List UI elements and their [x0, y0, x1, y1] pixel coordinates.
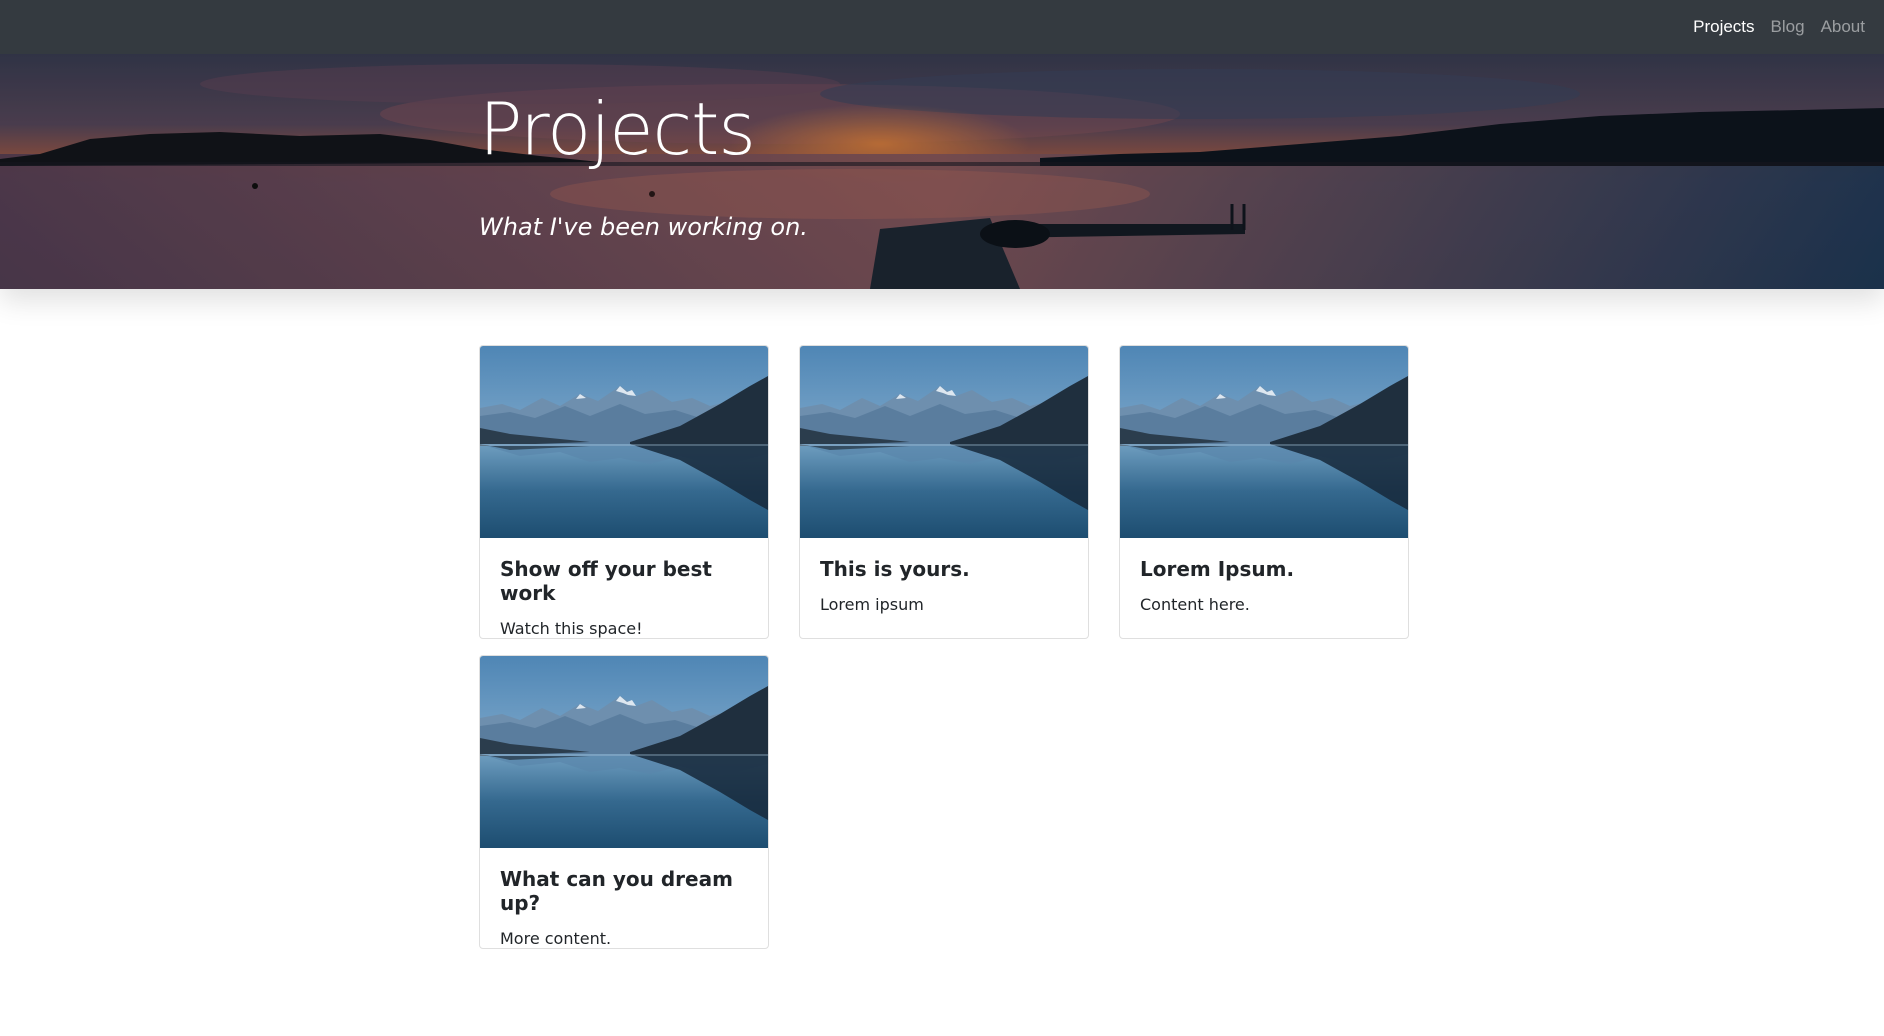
card-image	[480, 656, 768, 848]
card-title: Show off your best work	[500, 557, 712, 605]
nav-links: Projects Blog About	[1693, 0, 1865, 54]
card-title: Lorem Ipsum.	[1140, 557, 1295, 581]
hero-banner: Projects What I've been working on.	[0, 54, 1884, 289]
project-card[interactable]: Show off your best work Watch this space…	[479, 345, 769, 639]
card-title: What can you dream up?	[500, 867, 733, 915]
nav-link-projects[interactable]: Projects	[1693, 17, 1754, 37]
card-image	[800, 346, 1088, 538]
nav-link-about[interactable]: About	[1821, 17, 1865, 37]
project-card[interactable]: What can you dream up? More content.	[479, 655, 769, 949]
top-navbar: Projects Blog About	[0, 0, 1884, 54]
card-body: Show off your best work Watch this space…	[480, 538, 768, 638]
card-image	[480, 346, 768, 538]
card-title: This is yours.	[820, 557, 970, 581]
page-subtitle: What I've been working on.	[479, 213, 808, 241]
project-card[interactable]: Lorem Ipsum. Content here.	[1119, 345, 1409, 639]
hero-background-image	[0, 54, 1884, 289]
card-text: Watch this space!	[500, 619, 643, 638]
card-text: Lorem ipsum	[820, 595, 924, 614]
card-text: Content here.	[1140, 595, 1250, 614]
card-body: This is yours. Lorem ipsum	[800, 538, 1088, 633]
page-title: Projects	[479, 87, 756, 171]
card-text: More content.	[500, 929, 612, 948]
nav-link-blog[interactable]: Blog	[1771, 17, 1805, 37]
card-image	[1120, 346, 1408, 538]
card-body: What can you dream up? More content.	[480, 848, 768, 948]
card-body: Lorem Ipsum. Content here.	[1120, 538, 1408, 633]
project-card[interactable]: This is yours. Lorem ipsum	[799, 345, 1089, 639]
